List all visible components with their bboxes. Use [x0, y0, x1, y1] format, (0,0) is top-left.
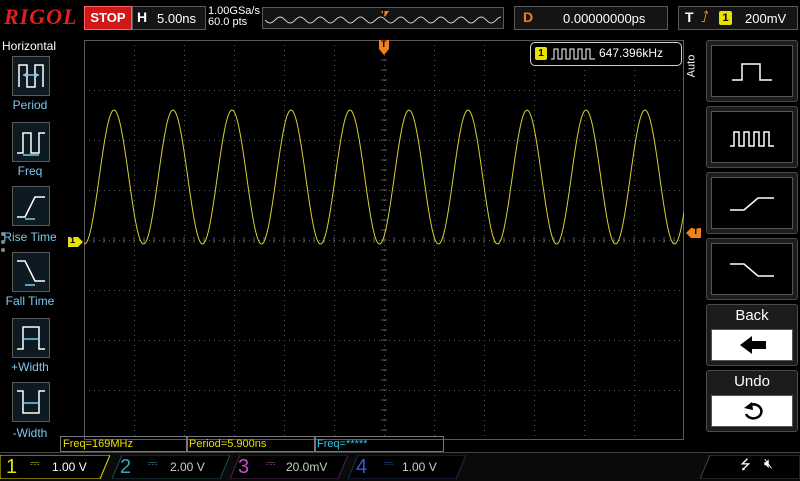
acquisition-info: 1.00GSa/s 60.0 pts: [208, 6, 260, 28]
timebase-value: 5.00ns: [157, 11, 197, 26]
measurement-text: Freq=*****: [317, 438, 368, 450]
rigol-logo: RIGOL: [4, 4, 78, 29]
channel-2-status[interactable]: 2 ⎓ 2.00 V: [112, 455, 230, 479]
rising-edge-icon: [711, 177, 793, 229]
channel-1-offset-marker[interactable]: 1: [68, 235, 84, 253]
channel-number: 2: [120, 456, 132, 478]
back-button[interactable]: Back: [706, 304, 798, 366]
delay-key: D: [523, 9, 534, 25]
horizontal-delay-box[interactable]: D 0.00000000ps: [514, 6, 668, 30]
freq-icon: [12, 122, 50, 162]
back-label: Back: [735, 307, 769, 324]
trigger-level-marker[interactable]: T: [686, 226, 702, 244]
period-icon: [12, 56, 50, 96]
dc-coupling-icon: ⎓: [266, 456, 276, 470]
trigger-box[interactable]: T ⭜ 1 200mV: [678, 6, 798, 30]
frequency-counter-badge: 1 647.396kHz: [530, 42, 682, 66]
run-stop-indicator[interactable]: STOP: [84, 6, 132, 30]
horizontal-key: H: [137, 9, 148, 25]
menu-title: Horizontal: [2, 39, 57, 53]
pulse-train-icon: [711, 111, 793, 163]
measurement-text: Freq=169MHz: [63, 438, 134, 450]
pulse-train-button[interactable]: [706, 106, 798, 168]
waveform-display[interactable]: T 1 T: [68, 39, 701, 440]
usb-icon: ⭍: [740, 457, 751, 472]
horizontal-timebase-box[interactable]: H 5.00ns: [132, 6, 206, 30]
pulse-train-icon: [551, 48, 595, 60]
trigger-position-arrow: T: [378, 39, 390, 61]
menu-item-label: Rise Time: [3, 230, 57, 244]
undo-button[interactable]: Undo: [706, 370, 798, 432]
channel-number: 1: [6, 456, 18, 478]
horizontal-measure-menu: Horizontal Period Freq Rise Time Fall Ti…: [0, 36, 60, 440]
rising-edge-button[interactable]: [706, 172, 798, 234]
channel-scale: 2.00 V: [170, 460, 205, 474]
channel-scale: 20.0mV: [286, 460, 328, 474]
measurement-period-ch1: Period=5.900ns: [186, 436, 316, 452]
trigger-key: T: [685, 9, 694, 25]
undo-icon: [711, 395, 793, 427]
measurement-freq-ch2: Freq=*****: [314, 436, 444, 452]
channel-1-status[interactable]: 1 ⎓ 1.00 V: [0, 455, 110, 479]
rise-time-icon: [12, 186, 50, 226]
fall-time-icon: [12, 252, 50, 292]
positive-width-icon: [12, 318, 50, 358]
counter-value: 647.396kHz: [599, 46, 664, 60]
auto-tab-label: Auto: [685, 54, 698, 78]
speaker-mute-icon: 🔇︎: [764, 455, 773, 471]
channel-scale: 1.00 V: [52, 460, 87, 474]
auto-tab[interactable]: Auto: [685, 40, 706, 96]
measurement-text: Period=5.900ns: [189, 438, 267, 450]
trigger-source-badge: 1: [719, 11, 732, 25]
memory-depth: 60.0 pts: [208, 16, 248, 28]
single-pulse-icon: [711, 45, 793, 97]
channel-3-status[interactable]: 3 ⎓ 20.0mV: [230, 455, 348, 479]
menu-item-label: Freq: [17, 164, 43, 178]
channel-4-status[interactable]: 4 ⎓ 1.00 V: [348, 455, 466, 479]
graticule: [83, 39, 685, 440]
menu-item-label: Period: [12, 98, 48, 112]
dc-coupling-icon: ⎓: [30, 456, 40, 470]
memory-timeline-bar: T: [262, 7, 504, 29]
channel-scale: 1.00 V: [402, 460, 437, 474]
falling-edge-icon: [711, 243, 793, 295]
channel-status-bar: 1 ⎓ 1.00 V 2 ⎓ 2.00 V 3 ⎓ 20.0mV 4 ⎓ 1.0…: [0, 452, 800, 481]
menu-item-label: +Width: [11, 360, 49, 374]
channel-number: 3: [238, 456, 250, 478]
menu-item-label: -Width: [12, 426, 48, 440]
falling-edge-button[interactable]: [706, 238, 798, 300]
counter-source-badge: 1: [535, 47, 547, 60]
delay-value: 0.00000000ps: [563, 11, 646, 26]
undo-label: Undo: [734, 373, 770, 390]
dc-coupling-icon: ⎓: [384, 456, 394, 470]
channel-number: 4: [356, 456, 368, 478]
single-pulse-button[interactable]: [706, 40, 798, 102]
rising-edge-trigger-icon: ⭜: [701, 9, 709, 26]
dc-coupling-icon: ⎓: [148, 456, 158, 470]
arrow-left-icon: [711, 329, 793, 361]
trigger-level: 200mV: [745, 11, 787, 26]
measurement-freq-ch1: Freq=169MHz: [60, 436, 188, 452]
negative-width-icon: [12, 382, 50, 422]
trigger-position-marker: T: [381, 7, 387, 17]
menu-item-label: Fall Time: [5, 294, 55, 308]
top-status-bar: RIGOL STOP H 5.00ns 1.00GSa/s 60.0 pts T…: [0, 0, 800, 36]
